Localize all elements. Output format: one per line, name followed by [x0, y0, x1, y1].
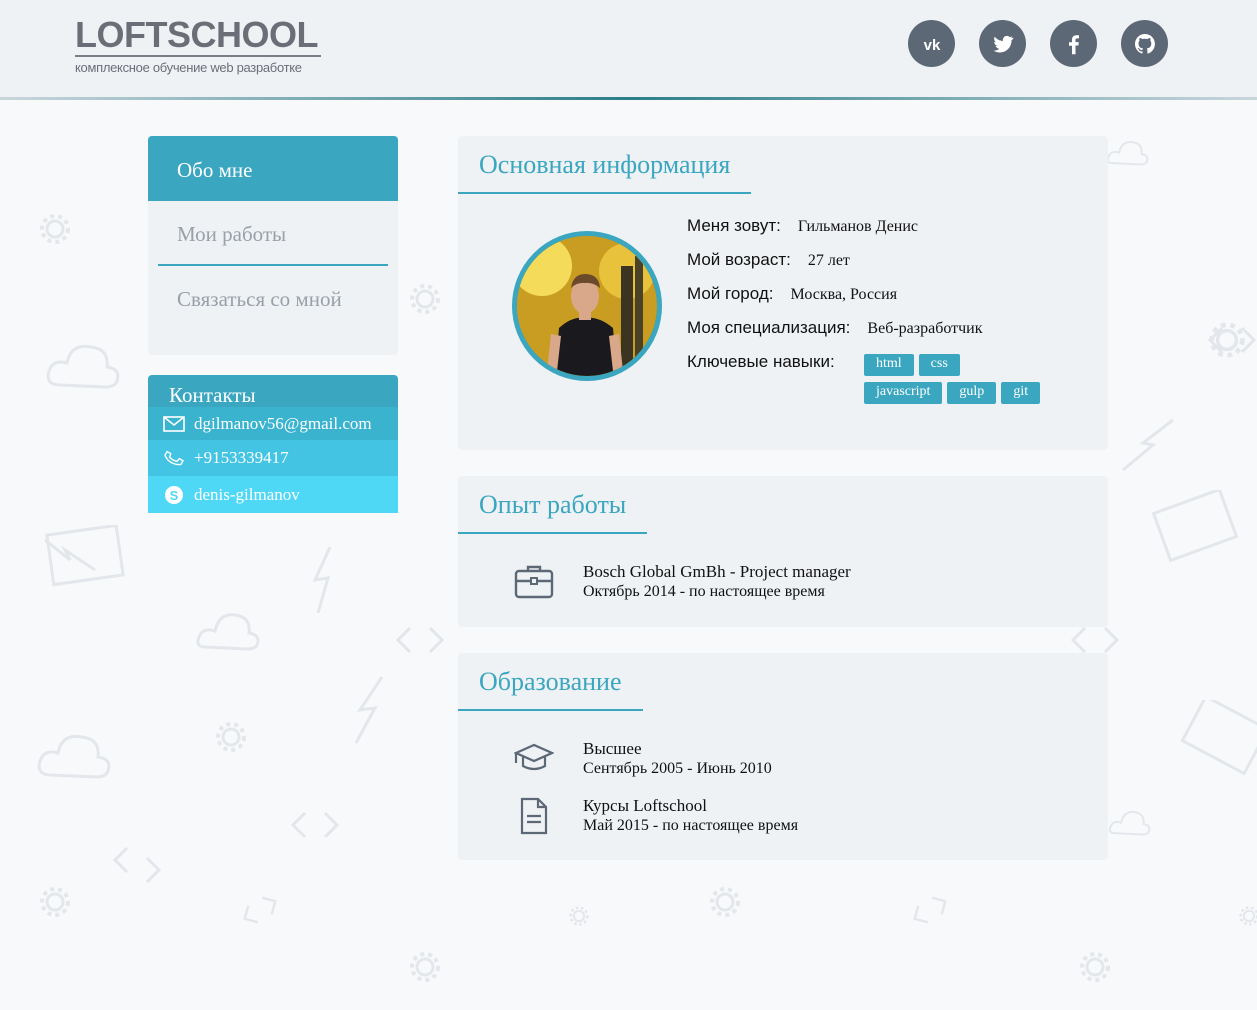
- monitor-icon: [45, 525, 125, 587]
- education-title-text: Высшее: [583, 739, 642, 758]
- logo-subtitle: комплексное обучение web разработке: [75, 60, 302, 75]
- graduation-cap-icon: [514, 743, 554, 771]
- social-links: vk: [908, 20, 1168, 67]
- monitor-icon: [1180, 700, 1257, 776]
- info-value: Веб-разработчик: [867, 320, 983, 337]
- contact-email-text: dgilmanov56@gmail.com: [194, 413, 372, 433]
- monitor-icon: [1151, 490, 1239, 563]
- briefcase-icon: [514, 565, 554, 599]
- info-value: Москва, Россия: [790, 286, 898, 303]
- info-row-city: Мой город: Москва, Россия: [687, 284, 983, 318]
- info-label: Мой возраст:: [687, 250, 791, 269]
- education-period: Сентябрь 2005 - Июнь 2010: [583, 760, 772, 777]
- gear-icon: [40, 214, 70, 244]
- experience-title-text: Bosch Global GmBh - Project manager: [583, 562, 851, 581]
- info-label: Ключевые навыки:: [687, 352, 835, 371]
- sidebar-nav: Обо мне Мои работы Связаться со мной: [148, 136, 398, 355]
- experience-title: Опыт работы: [458, 476, 648, 534]
- education-panel: Образование Высшее Сентябрь 2005 - Июнь …: [458, 653, 1108, 860]
- experience-panel: Опыт работы Bosch Global GmBh - Project …: [458, 476, 1108, 627]
- code-icon: [395, 626, 445, 654]
- lightning-icon: [354, 676, 384, 744]
- site-header: LOFTSCHOOL комплексное обучение web разр…: [0, 0, 1257, 100]
- svg-text:S: S: [170, 488, 179, 503]
- info-label: Меня зовут:: [687, 216, 781, 235]
- code-icon: [1207, 326, 1257, 354]
- nav-item-contact[interactable]: Связаться со мной: [148, 266, 398, 329]
- experience-period: Октябрь 2014 - по настоящее время: [583, 583, 825, 600]
- site-logo[interactable]: LOFTSCHOOL комплексное обучение web разр…: [75, 16, 321, 75]
- contact-phone-text: +9153339417: [194, 448, 289, 467]
- main-info-panel: Основная информация Меня зовут: Гильмано…: [458, 136, 1108, 450]
- vk-link[interactable]: vk: [908, 20, 955, 67]
- facebook-link[interactable]: [1050, 20, 1097, 67]
- cloud-icon: [46, 344, 120, 389]
- info-row-specialization: Моя специализация: Веб-разработчик: [687, 318, 983, 352]
- skype-icon: S: [163, 484, 185, 506]
- contact-phone[interactable]: +9153339417: [148, 440, 398, 476]
- cloud-icon: [196, 613, 260, 651]
- lightning-icon: [44, 538, 96, 572]
- skill-tag: html: [864, 354, 914, 376]
- contact-email[interactable]: dgilmanov56@gmail.com: [148, 407, 398, 440]
- twitter-icon: [993, 35, 1013, 52]
- skill-tag: gulp: [947, 382, 997, 404]
- gear-icon: [40, 887, 70, 917]
- facebook-icon: [1068, 34, 1079, 54]
- contact-skype[interactable]: S denis-gilmanov: [148, 476, 398, 513]
- code-icon: [243, 896, 277, 924]
- info-row-age: Мой возраст: 27 лет: [687, 250, 983, 284]
- info-row-name: Меня зовут: Гильманов Денис: [687, 216, 983, 250]
- gear-icon: [710, 887, 740, 917]
- skill-tag: git: [1001, 382, 1041, 404]
- gear-icon: [410, 284, 440, 314]
- education-text: Высшее Сентябрь 2005 - Июнь 2010: [583, 739, 772, 779]
- vk-icon: vk: [923, 37, 940, 54]
- cloud-icon: [1108, 811, 1151, 836]
- skill-tag: css: [918, 354, 960, 376]
- github-link[interactable]: [1121, 20, 1168, 67]
- profile-photo: [512, 231, 662, 381]
- logo-title: LOFTSCHOOL: [75, 16, 321, 57]
- info-value: 27 лет: [807, 252, 850, 269]
- gear-icon: [1209, 322, 1245, 358]
- lightning-icon: [312, 546, 332, 614]
- education-period: Май 2015 - по настоящее время: [583, 817, 799, 834]
- gear-icon: [1080, 952, 1110, 982]
- cloud-icon: [1106, 141, 1149, 166]
- code-icon: [112, 846, 162, 884]
- main-info-title: Основная информация: [458, 136, 752, 194]
- education-text: Курсы Loftschool Май 2015 - по настоящее…: [583, 796, 798, 836]
- education-title: Образование: [458, 653, 643, 711]
- mail-icon: [163, 413, 185, 435]
- twitter-link[interactable]: [979, 20, 1026, 67]
- code-icon: [913, 896, 947, 924]
- skills-list: html css javascript gulp git: [864, 354, 1074, 410]
- gear-icon: [410, 952, 440, 982]
- lightning-icon: [1122, 418, 1174, 472]
- gear-icon: [569, 906, 589, 926]
- contact-skype-text: denis-gilmanov: [194, 484, 300, 504]
- gear-icon: [216, 722, 246, 752]
- document-icon: [520, 797, 548, 835]
- contacts-block: Контакты dgilmanov56@gmail.com +91533394…: [148, 375, 398, 513]
- nav-item-works[interactable]: Мои работы: [148, 201, 398, 264]
- nav-item-about[interactable]: Обо мне: [148, 136, 398, 201]
- contacts-title: Контакты: [148, 375, 398, 407]
- gear-icon: [1239, 906, 1257, 926]
- info-label: Моя специализация:: [687, 318, 851, 337]
- phone-icon: [163, 447, 185, 469]
- cloud-icon: [37, 734, 111, 779]
- skill-tag: javascript: [864, 382, 943, 404]
- header-divider: [0, 97, 1257, 100]
- github-icon: [1134, 33, 1155, 54]
- svg-text:vk: vk: [923, 37, 940, 54]
- experience-text: Bosch Global GmBh - Project manager Октя…: [583, 562, 851, 602]
- info-value: Гильманов Денис: [797, 218, 919, 235]
- info-label: Мой город:: [687, 284, 774, 303]
- education-title-text: Курсы Loftschool: [583, 796, 707, 815]
- code-icon: [290, 811, 340, 839]
